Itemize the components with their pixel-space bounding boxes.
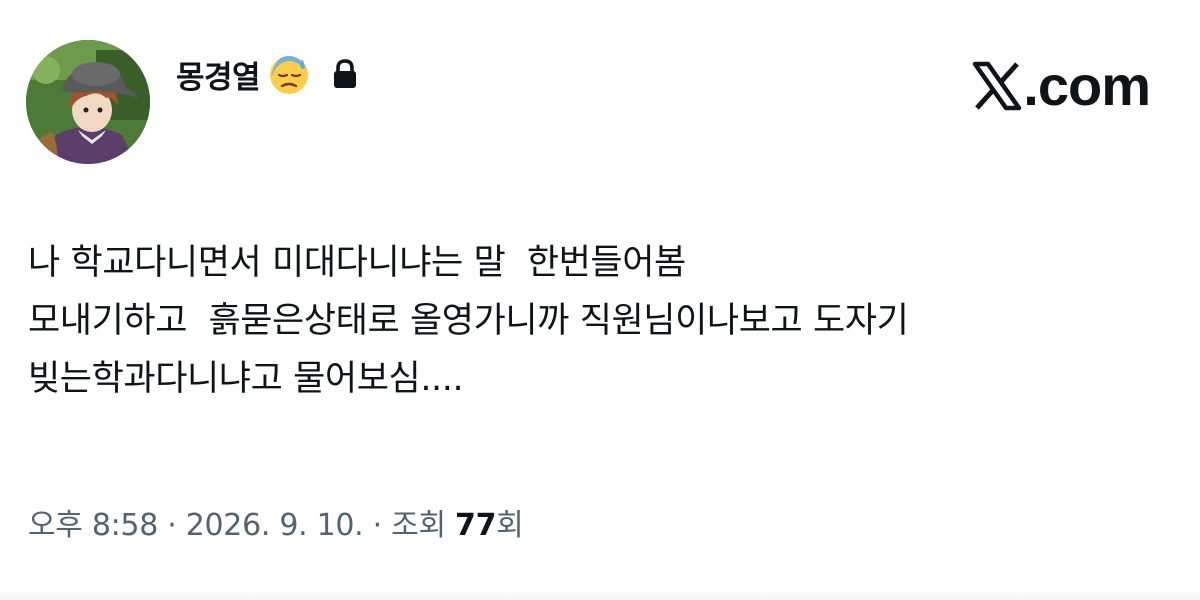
tweet-meta: 오후 8:58 · 2026. 9. 10. · 조회 77 회 [28, 500, 524, 544]
meta-separator: · [363, 508, 392, 543]
tweet-text-line: 모내기하고 흙묻은상태로 올영가니까 직원님이나보고 도자기 [28, 301, 909, 341]
downcast-face-with-sweat-icon [266, 51, 312, 97]
author-name-row: 몽경열 [176, 48, 360, 100]
x-logo-icon [971, 60, 1023, 112]
brand-text: .com [1023, 54, 1151, 117]
brand-watermark: .com [971, 54, 1151, 117]
lock-icon [330, 58, 360, 90]
tweet-text-line: 빚는학과다니냐고 물어보심.... [28, 359, 464, 399]
tweet-text-line: 나 학교다니면서 미대다니냐는 말 한번들어봄 [28, 243, 686, 283]
views-suffix: 회 [496, 508, 524, 543]
meta-separator: · [158, 508, 186, 543]
author-display-name[interactable]: 몽경열 [176, 52, 261, 97]
tweet-time[interactable]: 오후 8:58 [28, 500, 158, 544]
bottom-edge [0, 590, 1200, 600]
views-count[interactable]: 77 [455, 508, 496, 543]
tweet-body: 나 학교다니면서 미대다니냐는 말 한번들어봄 모내기하고 흙묻은상태로 올영가… [28, 234, 1178, 408]
tweet-card: 몽경열 .com 나 학교다니면서 미대다니냐는 말 한번들어봄 모내기하고 흙… [0, 0, 1200, 600]
views-label: 조회 [391, 508, 455, 543]
avatar-image [26, 40, 150, 164]
tweet-date[interactable]: 2026. 9. 10. [186, 508, 364, 543]
avatar[interactable] [26, 40, 150, 164]
